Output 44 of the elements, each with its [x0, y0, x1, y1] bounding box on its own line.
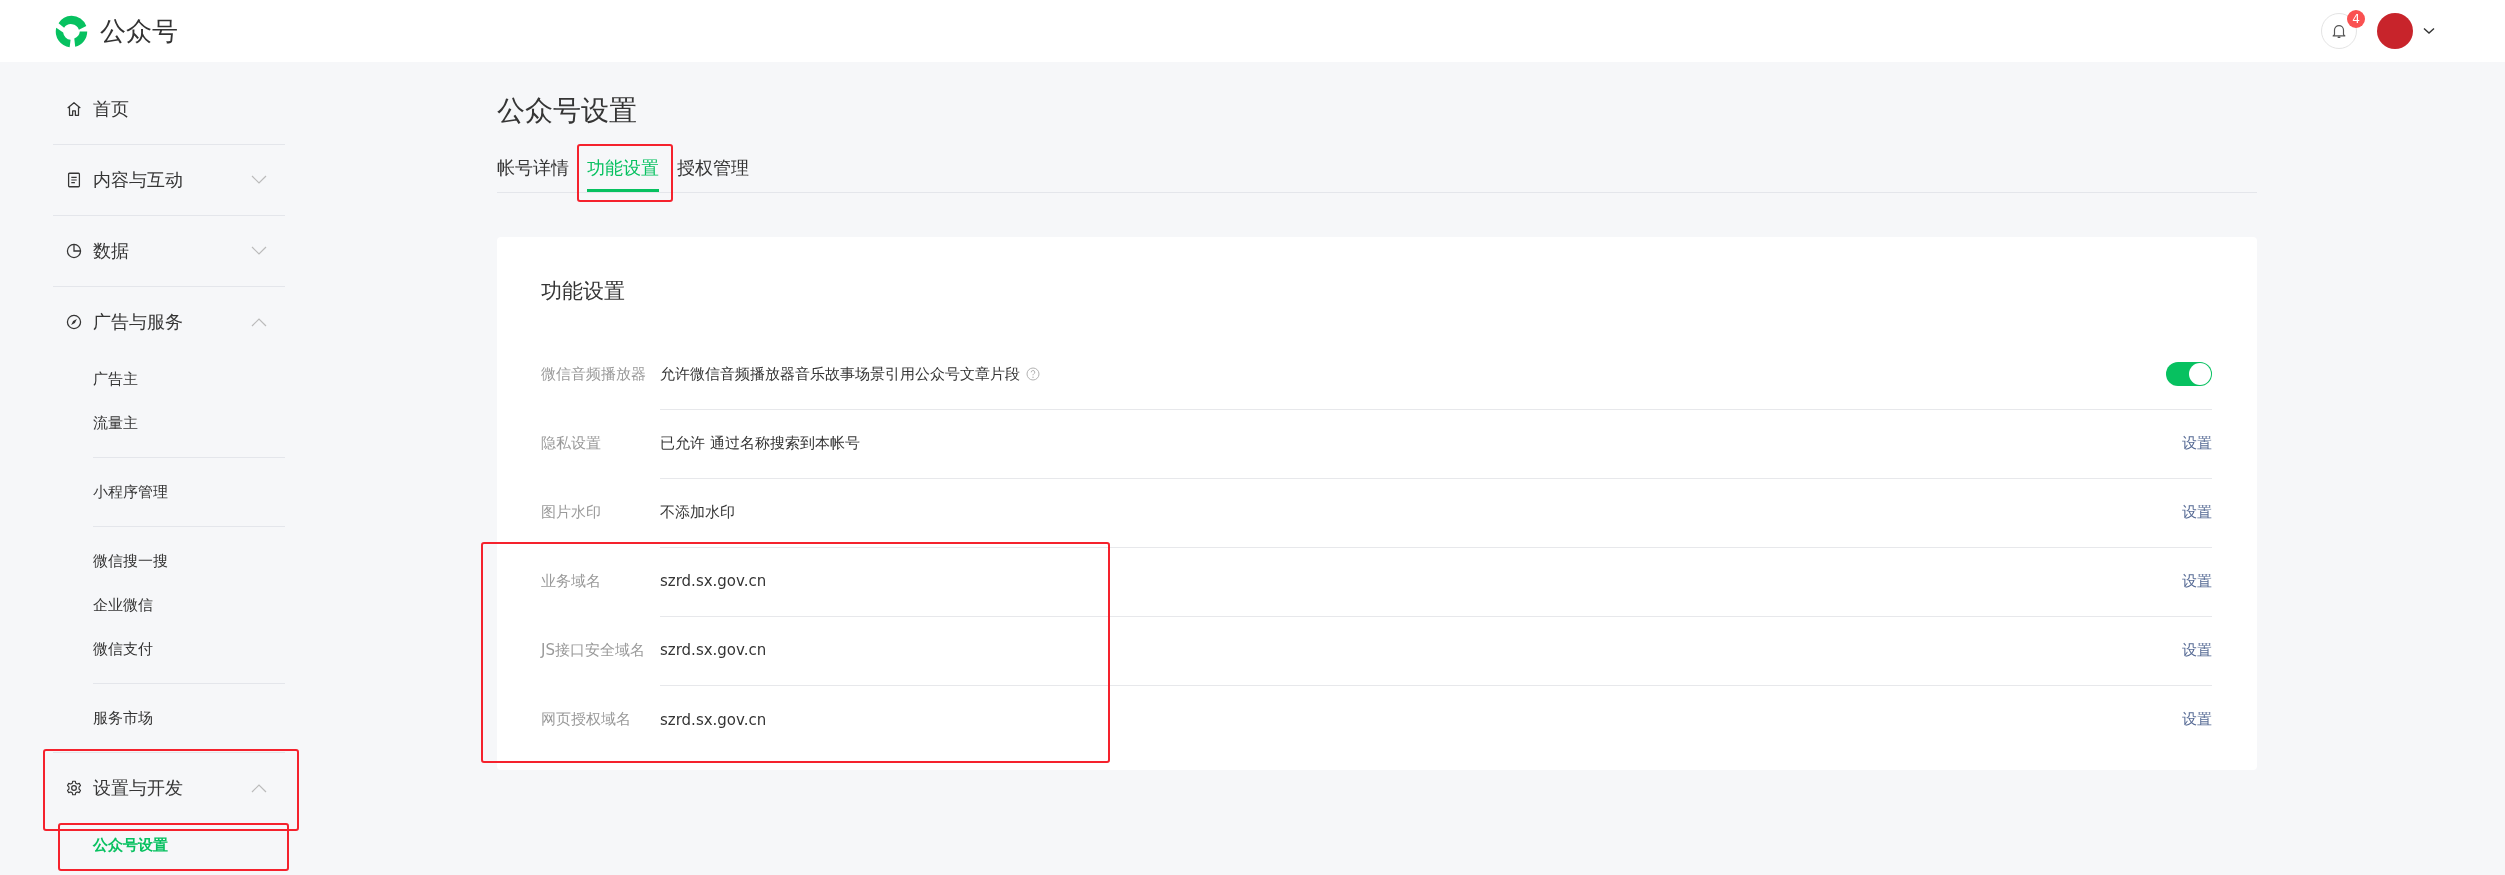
- sidebar-subitem[interactable]: 微信支付: [93, 627, 285, 671]
- setting-label: 图片水印: [541, 503, 602, 522]
- setting-link[interactable]: 设置: [2182, 710, 2212, 729]
- sidebar-item[interactable]: 内容与互动: [53, 145, 285, 215]
- setting-link[interactable]: 设置: [2182, 502, 2212, 522]
- sidebar-subitem[interactable]: 企业微信: [93, 583, 285, 627]
- caret-icon: [2423, 27, 2435, 35]
- sidebar-subitem[interactable]: 微信搜一搜: [93, 539, 285, 583]
- toggle-switch[interactable]: [2166, 362, 2212, 386]
- logo-text: 公众号: [100, 14, 178, 48]
- setting-label: 微信音频播放器: [541, 365, 647, 384]
- sidebar-item[interactable]: 广告与服务: [53, 287, 285, 357]
- sidebar-subitem[interactable]: 服务市场: [93, 696, 285, 740]
- setting-value: 已允许 通过名称搜索到本帐号: [660, 433, 860, 453]
- sidebar-subitem[interactable]: 广告主: [93, 357, 285, 401]
- sidebar-item[interactable]: 数据: [53, 216, 285, 286]
- setting-label: JS接口安全域名: [541, 641, 646, 660]
- avatar[interactable]: [2377, 13, 2413, 49]
- sidebar-subitem[interactable]: 流量主: [93, 401, 285, 445]
- pie-chart-icon: [65, 242, 83, 260]
- setting-label: 业务域名: [541, 572, 602, 591]
- setting-value: szrd.sx.gov.cn: [660, 572, 767, 590]
- card-title: 功能设置: [541, 278, 626, 305]
- sidebar-subitem[interactable]: 小程序管理: [93, 470, 285, 514]
- bell-icon: [2330, 22, 2348, 40]
- home-icon: [65, 100, 83, 118]
- setting-value: szrd.sx.gov.cn: [660, 641, 767, 659]
- setting-value: szrd.sx.gov.cn: [660, 710, 767, 729]
- tab[interactable]: 授权管理: [677, 150, 749, 192]
- setting-link[interactable]: 设置: [2182, 571, 2212, 591]
- setting-link[interactable]: 设置: [2182, 640, 2212, 660]
- notification-badge: 4: [2347, 10, 2365, 28]
- setting-label: 隐私设置: [541, 434, 602, 453]
- compass-icon: [65, 313, 83, 331]
- setting-value: 允许微信音频播放器音乐故事场景引用公众号文章片段: [660, 364, 1020, 384]
- sidebar-item[interactable]: 设置与开发: [53, 753, 285, 823]
- page-title: 公众号设置: [497, 93, 638, 129]
- tab[interactable]: 帐号详情: [497, 150, 569, 192]
- document-icon: [65, 171, 83, 189]
- setting-link[interactable]: 设置: [2182, 433, 2212, 453]
- setting-value: 不添加水印: [660, 502, 735, 522]
- gear-icon: [65, 779, 83, 797]
- setting-label: 网页授权域名: [541, 710, 632, 729]
- sidebar-item[interactable]: 首页: [53, 74, 285, 144]
